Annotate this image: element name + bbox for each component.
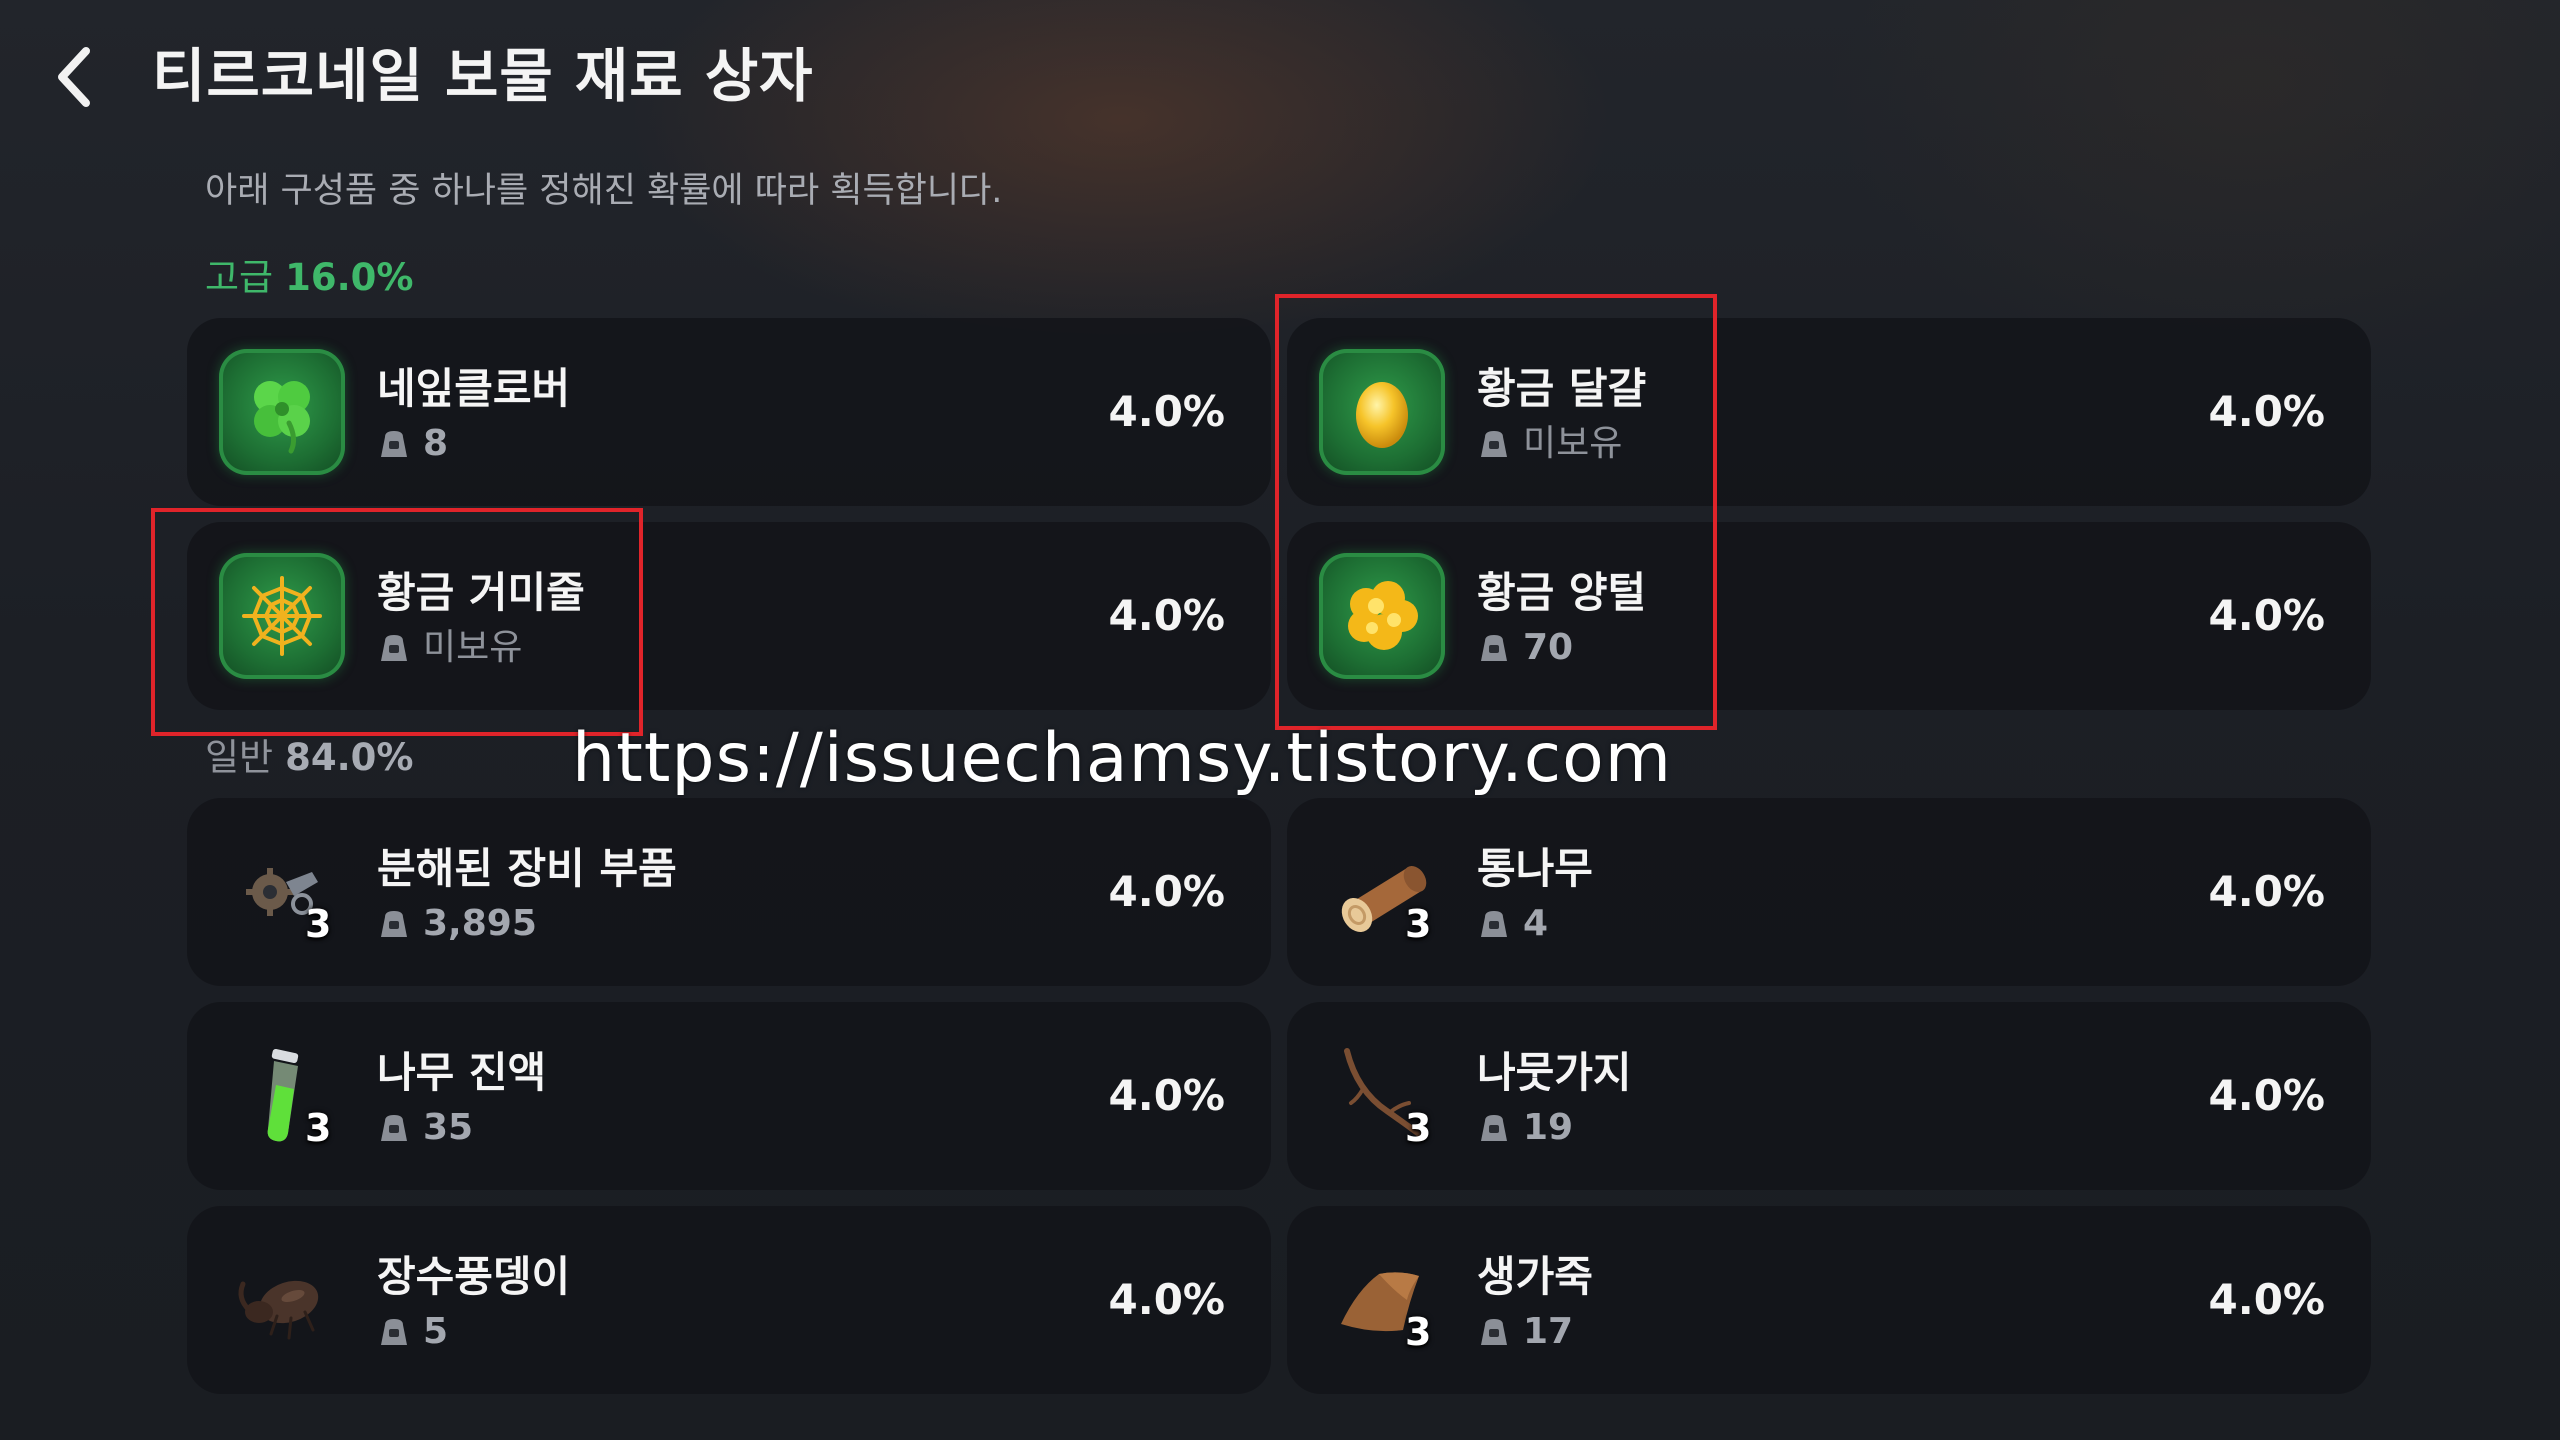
drop-chance: 4.0%: [1108, 1071, 1225, 1120]
item-name: 분해된 장비 부품: [377, 844, 677, 893]
four-leaf-clover-icon: [254, 381, 310, 454]
drop-chance: 4.0%: [1108, 1275, 1225, 1324]
owned-count: 3,895: [423, 903, 537, 944]
item-icon-frame: [1319, 349, 1445, 475]
owned-count: 4: [1523, 903, 1549, 944]
reward-quantity: 3: [305, 1106, 332, 1150]
owned-count-row: 4: [1477, 900, 1548, 948]
item-name: 통나무: [1477, 844, 1593, 893]
item-card-log[interactable]: 3 통나무 4 4.0%: [1287, 798, 2371, 986]
item-icon-frame: [219, 553, 345, 679]
owned-count: 70: [1523, 627, 1574, 668]
item-name: 황금 양털: [1477, 568, 1647, 617]
owned-count: 미보유: [423, 627, 523, 668]
item-card-golden-spiderweb[interactable]: 황금 거미줄 미보유 4.0%: [187, 522, 1271, 710]
item-name: 나무 진액: [377, 1048, 547, 1097]
drop-chance: 4.0%: [2208, 1071, 2325, 1120]
item-icon-frame: [1319, 553, 1445, 679]
owned-count-row: 35: [377, 1104, 473, 1152]
inventory-bag-icon: [1481, 911, 1507, 937]
owned-count-row: 5: [377, 1308, 448, 1356]
item-name: 황금 달걀: [1477, 364, 1647, 413]
item-card-golden-egg[interactable]: 황금 달걀 미보유 4.0%: [1287, 318, 2371, 506]
owned-count: 35: [423, 1107, 474, 1148]
item-name: 나뭇가지: [1477, 1048, 1632, 1097]
treasure-box-page: 티르코네일 보물 재료 상자 아래 구성품 중 하나를 정해진 확률에 따라 획…: [0, 0, 2560, 1440]
inventory-bag-icon: [1481, 635, 1507, 661]
owned-count: 17: [1523, 1311, 1574, 1352]
owned-count-row: 70: [1477, 624, 1573, 672]
inventory-bag-icon: [381, 911, 407, 937]
watermark-url: https://issuechamsy.tistory.com: [572, 719, 1673, 798]
item-name: 장수풍뎅이: [377, 1252, 571, 1301]
item-card-twig[interactable]: 3 나뭇가지 19 4.0%: [1287, 1002, 2371, 1190]
drop-chance: 4.0%: [2208, 591, 2325, 640]
section-percent: 16.0%: [285, 256, 414, 299]
chevron-left-icon: [58, 47, 90, 107]
item-name: 황금 거미줄: [377, 568, 585, 617]
drop-chance: 4.0%: [2208, 1275, 2325, 1324]
drop-chance: 4.0%: [1108, 867, 1225, 916]
page-title: 티르코네일 보물 재료 상자: [152, 42, 814, 110]
item-card-golden-wool[interactable]: 황금 양털 70 4.0%: [1287, 522, 2371, 710]
inventory-bag-icon: [1481, 1319, 1507, 1345]
owned-count-row: 미보유: [377, 624, 522, 672]
beetle-icon: [238, 1280, 319, 1340]
section-header-high: 고급 16.0%: [205, 254, 413, 302]
section-name: 일반: [205, 736, 274, 779]
inventory-bag-icon: [381, 635, 407, 661]
section-percent: 84.0%: [285, 736, 414, 779]
page-description: 아래 구성품 중 하나를 정해진 확률에 따라 획득합니다.: [205, 171, 1003, 211]
owned-count: 8: [423, 423, 449, 464]
inventory-bag-icon: [381, 431, 407, 457]
inventory-bag-icon: [1481, 431, 1507, 457]
drop-chance: 4.0%: [1108, 591, 1225, 640]
owned-count-row: 미보유: [1477, 420, 1622, 468]
item-card-gear-parts[interactable]: 3 분해된 장비 부품 3,895 4.0%: [187, 798, 1271, 986]
owned-count: 5: [423, 1311, 449, 1352]
reward-quantity: 3: [305, 902, 332, 946]
owned-count: 19: [1523, 1107, 1574, 1148]
reward-quantity: 3: [1405, 1106, 1432, 1150]
golden-egg-icon: [1356, 382, 1408, 448]
reward-quantity: 3: [1405, 1310, 1432, 1354]
item-icon-frame: [219, 1237, 345, 1363]
back-button[interactable]: [44, 42, 104, 112]
section-header-normal: 일반 84.0%: [205, 734, 413, 782]
drop-chance: 4.0%: [2208, 387, 2325, 436]
drop-chance: 4.0%: [2208, 867, 2325, 916]
golden-spiderweb-icon: [242, 576, 322, 656]
item-card-tree-sap[interactable]: 3 나무 진액 35 4.0%: [187, 1002, 1271, 1190]
item-name: 네잎클로버: [377, 364, 571, 413]
item-card-rawhide[interactable]: 3 생가죽 17 4.0%: [1287, 1206, 2371, 1394]
item-name: 생가죽: [1477, 1252, 1593, 1301]
owned-count-row: 19: [1477, 1104, 1573, 1152]
drop-chance: 4.0%: [1108, 387, 1225, 436]
item-card-beetle[interactable]: 장수풍뎅이 5 4.0%: [187, 1206, 1271, 1394]
reward-quantity: 3: [1405, 902, 1432, 946]
section-name: 고급: [205, 256, 274, 299]
inventory-bag-icon: [381, 1319, 407, 1345]
golden-wool-icon: [1348, 581, 1418, 650]
owned-count-row: 3,895: [377, 900, 537, 948]
item-icon-frame: [219, 349, 345, 475]
owned-count: 미보유: [1523, 423, 1623, 464]
owned-count-row: 8: [377, 420, 448, 468]
inventory-bag-icon: [381, 1115, 407, 1141]
item-card-four-leaf-clover[interactable]: 네잎클로버 8 4.0%: [187, 318, 1271, 506]
owned-count-row: 17: [1477, 1308, 1573, 1356]
inventory-bag-icon: [1481, 1115, 1507, 1141]
